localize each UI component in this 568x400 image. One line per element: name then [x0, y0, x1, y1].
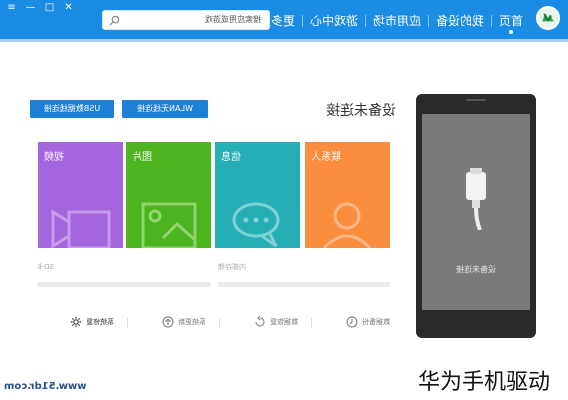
- usb-cable-icon: [466, 168, 486, 230]
- nav-my-device[interactable]: 我的设备: [429, 0, 491, 42]
- tile-label: 联系人: [311, 152, 341, 163]
- video-icon: [51, 209, 111, 248]
- update-button[interactable]: 系统更新: [162, 312, 206, 332]
- maximize-icon[interactable]: □: [44, 2, 55, 13]
- phone-screen: 设备未连接: [422, 114, 530, 310]
- search-icon[interactable]: [109, 15, 120, 26]
- tool-label: 数据备份: [362, 318, 390, 326]
- window-controls: ✕ □ — ≡: [6, 2, 74, 13]
- repair-icon: [70, 316, 82, 328]
- internal-storage: 内部存储: [218, 262, 390, 292]
- search-box[interactable]: 搜索应用或游戏: [102, 10, 270, 30]
- tile-label: 信息: [221, 152, 241, 163]
- minimize-icon[interactable]: —: [25, 2, 36, 13]
- sd-card-bar: [37, 282, 211, 287]
- sd-card-label: SD卡: [37, 263, 54, 271]
- usb-connect-button[interactable]: USB数据线连接: [30, 100, 114, 118]
- tool-divider: [127, 318, 128, 328]
- tool-label: 系统修复: [86, 318, 114, 326]
- tile-contacts[interactable]: 联系人: [305, 142, 390, 248]
- menu-icon[interactable]: ≡: [6, 2, 17, 13]
- close-icon[interactable]: ✕: [63, 2, 74, 13]
- app-logo: [536, 6, 560, 30]
- tile-photos[interactable]: 图片: [126, 142, 211, 248]
- caption-watermark: 华为手机驱动: [418, 370, 551, 395]
- internal-storage-bar: [218, 282, 390, 287]
- repair-button[interactable]: 系统修复: [70, 312, 114, 332]
- update-icon: [162, 316, 174, 328]
- tile-videos[interactable]: 视频: [38, 142, 123, 248]
- sd-card-storage: SD卡: [37, 262, 211, 292]
- tool-divider: [311, 318, 312, 328]
- picture-icon: [141, 202, 197, 248]
- tool-divider: [219, 318, 220, 328]
- device-status-title: 设备未连接: [326, 103, 396, 119]
- main-nav: 首页 我的设备 应用市场 游戏中心 更多服务: [240, 0, 530, 42]
- site-watermark: www.51dr.com: [4, 381, 87, 392]
- phone-status-text: 设备未连接: [456, 265, 496, 274]
- message-icon: [232, 202, 280, 248]
- restore-button[interactable]: 数据恢复: [254, 312, 298, 332]
- top-bar: 首页 我的设备 应用市场 游戏中心 更多服务 搜索应用或游戏 ✕ □ — ≡: [0, 0, 568, 42]
- backup-icon: [346, 316, 358, 328]
- tile-label: 图片: [132, 152, 152, 163]
- tile-messages[interactable]: 信息: [215, 142, 300, 248]
- search-input[interactable]: 搜索应用或游戏: [205, 14, 261, 25]
- tool-label: 数据恢复: [270, 318, 298, 326]
- contacts-icon: [322, 202, 372, 248]
- restore-icon: [255, 316, 265, 327]
- backup-button[interactable]: 数据备份: [346, 312, 390, 332]
- nav-home[interactable]: 首页: [492, 0, 530, 42]
- tile-label: 视频: [44, 152, 64, 163]
- tool-label: 系统更新: [178, 318, 206, 326]
- nav-app-market[interactable]: 应用市场: [366, 0, 428, 42]
- nav-game-center[interactable]: 游戏中心: [303, 0, 365, 42]
- phone-speaker: [466, 99, 486, 101]
- tool-bar: 数据备份 数据恢复 系统更新 系统修复: [26, 312, 390, 332]
- logo-icon: [538, 8, 558, 28]
- phone-preview: 设备未连接: [416, 94, 536, 338]
- wlan-connect-button[interactable]: WLAN无线连接: [122, 100, 208, 118]
- hisuite-window: 首页 我的设备 应用市场 游戏中心 更多服务 搜索应用或游戏 ✕ □ — ≡ 设…: [0, 0, 568, 400]
- internal-storage-label: 内部存储: [218, 263, 246, 271]
